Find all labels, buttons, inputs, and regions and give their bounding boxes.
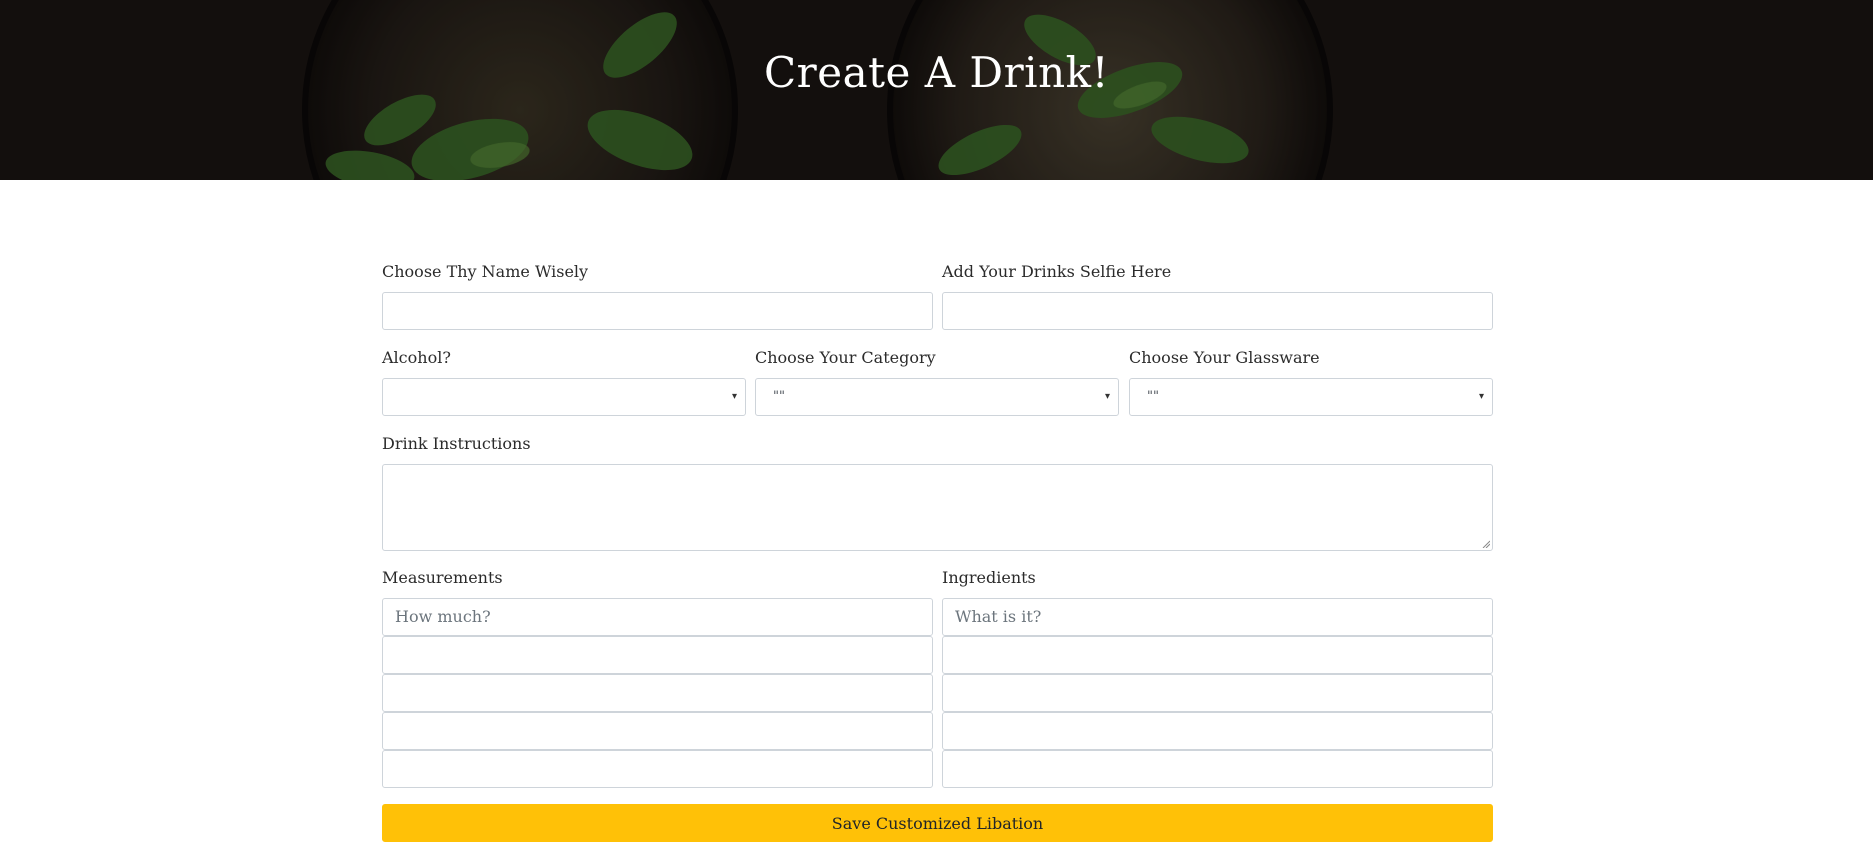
measurement-field[interactable] bbox=[395, 600, 920, 634]
measurement-field[interactable] bbox=[395, 638, 920, 672]
instructions-textarea[interactable] bbox=[382, 464, 1493, 551]
glassware-label: Choose Your Glassware bbox=[1129, 348, 1320, 367]
measurement-input[interactable] bbox=[382, 712, 933, 750]
category-select[interactable]: "" ▾ bbox=[755, 378, 1119, 416]
ingredient-input[interactable] bbox=[942, 712, 1493, 750]
name-label: Choose Thy Name Wisely bbox=[382, 262, 589, 281]
resize-handle-icon[interactable] bbox=[1482, 540, 1490, 548]
selfie-label: Add Your Drinks Selfie Here bbox=[942, 262, 1172, 281]
ingredients-label: Ingredients bbox=[942, 568, 1036, 587]
drink-name-input[interactable] bbox=[382, 292, 933, 330]
ingredient-input[interactable] bbox=[942, 750, 1493, 788]
drink-selfie-field[interactable] bbox=[955, 294, 1480, 328]
ingredient-field[interactable] bbox=[955, 600, 1480, 634]
caret-down-icon: ▾ bbox=[731, 391, 737, 402]
caret-down-icon: ▾ bbox=[1104, 391, 1110, 402]
page-title: Create A Drink! bbox=[764, 48, 1109, 97]
hero-banner: Create A Drink! bbox=[0, 0, 1873, 180]
measurement-input[interactable] bbox=[382, 674, 933, 712]
ingredient-field[interactable] bbox=[955, 676, 1480, 710]
measurement-input[interactable] bbox=[382, 750, 933, 788]
glassware-selected-value: "" bbox=[1147, 389, 1159, 404]
measurement-input[interactable] bbox=[382, 598, 933, 636]
alcohol-label: Alcohol? bbox=[382, 348, 451, 367]
instructions-label: Drink Instructions bbox=[382, 434, 531, 453]
glassware-select[interactable]: "" ▾ bbox=[1129, 378, 1493, 416]
measurement-field[interactable] bbox=[395, 714, 920, 748]
ingredient-input[interactable] bbox=[942, 674, 1493, 712]
category-label: Choose Your Category bbox=[755, 348, 936, 367]
measurements-label: Measurements bbox=[382, 568, 503, 587]
save-drink-button[interactable]: Save Customized Libation bbox=[382, 804, 1493, 842]
alcohol-select[interactable]: ▾ bbox=[382, 378, 746, 416]
measurement-field[interactable] bbox=[395, 752, 920, 786]
drink-name-field[interactable] bbox=[395, 294, 920, 328]
measurement-input[interactable] bbox=[382, 636, 933, 674]
ingredient-field[interactable] bbox=[955, 714, 1480, 748]
ingredient-field[interactable] bbox=[955, 638, 1480, 672]
caret-down-icon: ▾ bbox=[1478, 391, 1484, 402]
measurement-field[interactable] bbox=[395, 676, 920, 710]
ingredient-input[interactable] bbox=[942, 598, 1493, 636]
ingredient-input[interactable] bbox=[942, 636, 1493, 674]
drink-selfie-input[interactable] bbox=[942, 292, 1493, 330]
category-selected-value: "" bbox=[773, 389, 785, 404]
ingredient-field[interactable] bbox=[955, 752, 1480, 786]
